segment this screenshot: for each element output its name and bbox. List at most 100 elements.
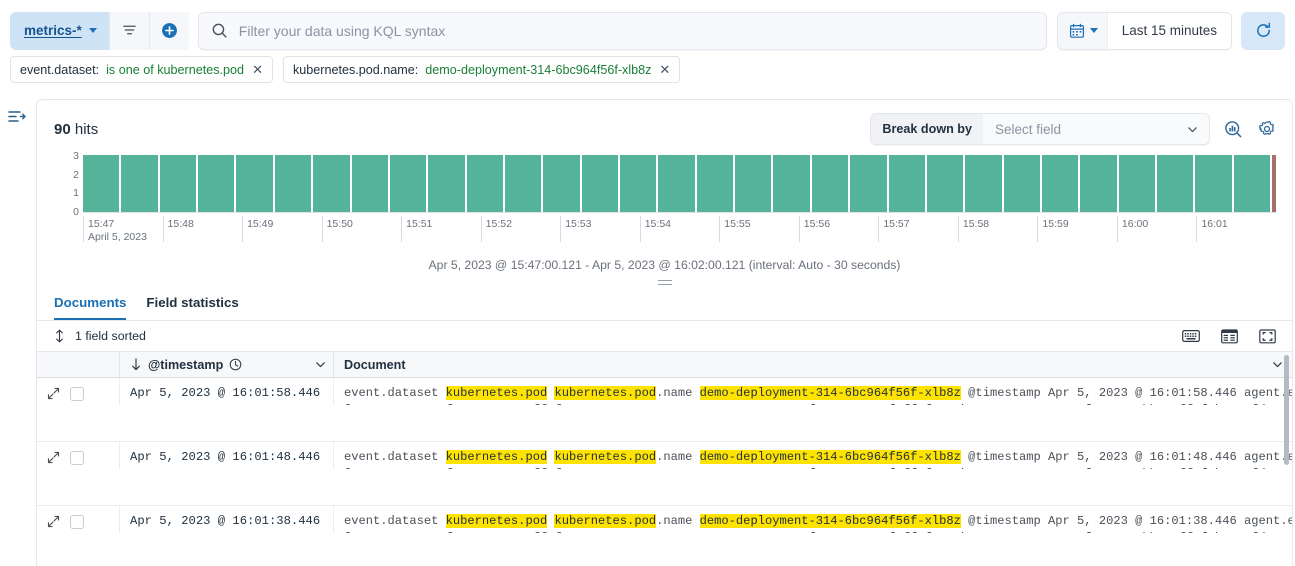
row-controls (37, 442, 119, 505)
histogram-bar[interactable] (965, 155, 1001, 212)
histogram-bar[interactable] (850, 155, 886, 212)
cell-document[interactable]: event.dataset kubernetes.pod kubernetes.… (333, 442, 1292, 469)
x-tick: 15:56 (799, 216, 830, 242)
refresh-button[interactable] (1241, 12, 1285, 50)
table-row[interactable]: Apr 5, 2023 @ 16:01:38.446 event.dataset … (37, 506, 1292, 566)
histogram-bar[interactable] (313, 155, 349, 212)
cell-timestamp[interactable]: Apr 5, 2023 @ 16:01:48.446 (119, 442, 333, 469)
cell-document[interactable]: event.dataset kubernetes.pod kubernetes.… (333, 506, 1292, 533)
histogram-bar[interactable] (620, 155, 656, 212)
grid-header-document[interactable]: Document (333, 351, 1292, 378)
histogram-bar[interactable] (121, 155, 157, 212)
histogram-bar[interactable] (236, 155, 272, 212)
histogram-bar[interactable] (160, 155, 196, 212)
row-select-checkbox[interactable] (70, 515, 84, 529)
panel-resize-handle[interactable] (37, 274, 1292, 290)
histogram-bar-partial[interactable] (1272, 155, 1276, 212)
document-text: .name (656, 514, 700, 528)
display-density-button[interactable] (1218, 325, 1240, 347)
search-input[interactable]: Filter your data using KQL syntax (198, 12, 1047, 50)
histogram-bar[interactable] (582, 155, 618, 212)
filter-value: demo-deployment-314-6bc964f56f-xlb8z (425, 63, 651, 77)
chevron-down-icon[interactable] (1271, 358, 1284, 371)
x-tick-label: 15:47 (88, 216, 147, 230)
histogram-bar[interactable] (1119, 155, 1155, 212)
histogram-bar[interactable] (735, 155, 771, 212)
expand-row-icon[interactable] (47, 387, 60, 400)
filter-options-button[interactable] (109, 12, 149, 50)
cell-timestamp[interactable]: Apr 5, 2023 @ 16:01:38.446 (119, 506, 333, 533)
histogram-bar[interactable] (658, 155, 694, 212)
histogram-bar[interactable] (1042, 155, 1078, 212)
filter-pill[interactable]: kubernetes.pod.name: demo-deployment-314… (283, 56, 680, 83)
histogram-bar[interactable] (428, 155, 464, 212)
histogram-bar[interactable] (275, 155, 311, 212)
date-range-value[interactable]: Last 15 minutes (1108, 13, 1231, 49)
grid-header-timestamp[interactable]: @timestamp (119, 351, 333, 378)
x-tick: 16:00 (1117, 216, 1148, 242)
row-select-checkbox[interactable] (70, 451, 84, 465)
expand-row-icon[interactable] (47, 515, 60, 528)
histogram-bar[interactable] (467, 155, 503, 212)
search-placeholder: Filter your data using KQL syntax (239, 23, 445, 39)
date-quick-select-button[interactable] (1058, 13, 1108, 49)
table-row[interactable]: Apr 5, 2023 @ 16:01:58.446event.dataset … (37, 378, 1292, 442)
clock-icon (229, 358, 242, 371)
highlighted-term: kubernetes.pod (446, 514, 548, 528)
x-tick-label: 16:00 (1122, 216, 1148, 230)
close-icon[interactable]: ✕ (251, 63, 263, 76)
histogram-bar[interactable] (927, 155, 963, 212)
histogram-bar[interactable] (543, 155, 579, 212)
hits-histogram[interactable]: 3 2 1 0 15:47April 5, 202315:4815:4915:5… (83, 150, 1276, 255)
histogram-options-button[interactable] (1256, 118, 1278, 140)
keyboard-shortcuts-button[interactable] (1180, 325, 1202, 347)
cell-timestamp[interactable]: Apr 5, 2023 @ 16:01:58.446 (119, 378, 333, 405)
filter-pill[interactable]: event.dataset: is one of kubernetes.pod … (10, 56, 273, 83)
grid-vertical-scrollbar[interactable] (1284, 355, 1289, 465)
histogram-bars[interactable] (83, 155, 1276, 213)
highlighted-term: kubernetes.pod (554, 514, 656, 528)
histogram-bar[interactable] (83, 155, 119, 212)
document-line: event.dataset kubernetes.pod kubernetes.… (344, 449, 1292, 466)
table-row[interactable]: Apr 5, 2023 @ 16:01:48.446 event.dataset … (37, 442, 1292, 506)
document-line: event.dataset kubernetes.pod kubernetes.… (344, 513, 1292, 530)
breakdown-field-select[interactable]: Select field (983, 114, 1209, 144)
fullscreen-button[interactable] (1256, 325, 1278, 347)
cell-document[interactable]: event.dataset kubernetes.pod kubernetes.… (333, 378, 1292, 405)
sidebar-toggle-button[interactable] (6, 106, 28, 128)
histogram-bar[interactable] (697, 155, 733, 212)
histogram-bar[interactable] (812, 155, 848, 212)
tab-field-statistics[interactable]: Field statistics (146, 290, 238, 320)
tab-documents[interactable]: Documents (54, 290, 126, 320)
histogram-bar[interactable] (1195, 155, 1231, 212)
histogram-bar[interactable] (198, 155, 234, 212)
y-axis: 3 2 1 0 (61, 150, 79, 218)
breakdown-label: Break down by (871, 114, 983, 144)
document-text: @timestamp Apr 5, 2023 @ 16:01:38.446 ag… (961, 514, 1292, 528)
add-filter-button[interactable] (149, 12, 189, 50)
highlighted-term: kubernetes.pod (446, 450, 548, 464)
histogram-bar[interactable] (390, 155, 426, 212)
edit-visualization-button[interactable] (1222, 118, 1244, 140)
hits-counter: 90 hits (54, 121, 98, 138)
sort-button[interactable]: 1 field sorted (53, 329, 146, 343)
histogram-bar[interactable] (1157, 155, 1193, 212)
chevron-down-icon[interactable] (314, 358, 327, 371)
histogram-bar[interactable] (1080, 155, 1116, 212)
data-view-picker[interactable]: metrics-* (10, 12, 109, 50)
x-tick-label: 15:49 (247, 216, 273, 230)
histogram-bar[interactable] (1234, 155, 1270, 212)
histogram-bar[interactable] (352, 155, 388, 212)
document-text: .name (656, 386, 700, 400)
row-select-checkbox[interactable] (70, 387, 84, 401)
date-picker[interactable]: Last 15 minutes (1057, 12, 1232, 50)
expand-sidebar-icon (7, 108, 27, 126)
x-tick-label: 15:58 (963, 216, 989, 230)
expand-row-icon[interactable] (47, 451, 60, 464)
close-icon[interactable]: ✕ (658, 63, 670, 76)
histogram-bar[interactable] (889, 155, 925, 212)
histogram-bar[interactable] (1004, 155, 1040, 212)
histogram-bar[interactable] (505, 155, 541, 212)
breakdown-control[interactable]: Break down by Select field (870, 113, 1210, 145)
histogram-bar[interactable] (773, 155, 809, 212)
